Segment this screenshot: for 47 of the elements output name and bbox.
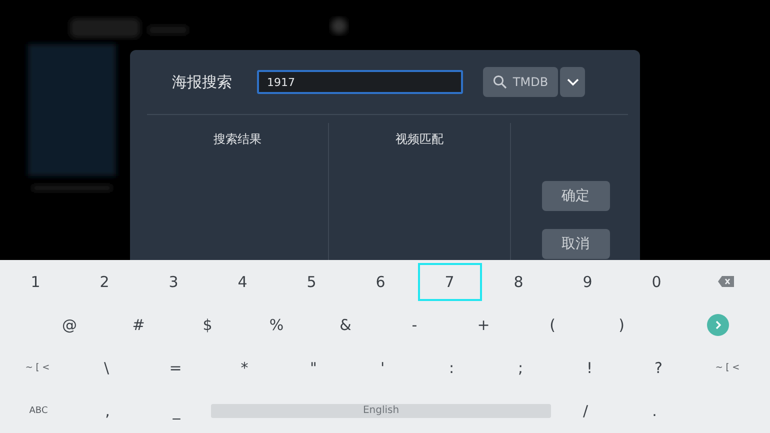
key[interactable]: - [382, 306, 446, 344]
key[interactable]: . [622, 392, 686, 430]
key[interactable]: % [244, 306, 308, 344]
key[interactable]: / [554, 392, 618, 430]
key[interactable]: \ [74, 348, 138, 386]
key[interactable]: _ [144, 392, 208, 430]
key[interactable]: 6 [348, 262, 412, 300]
key[interactable]: ; [488, 348, 552, 386]
key[interactable]: ? [626, 348, 690, 386]
key[interactable]: ) [590, 306, 654, 344]
key[interactable]: 9 [556, 262, 620, 300]
mode-key[interactable]: ~ [ < [696, 348, 760, 386]
key[interactable]: $ [176, 306, 240, 344]
key[interactable]: " [282, 348, 346, 386]
key[interactable]: 0 [624, 262, 688, 300]
key[interactable]: 7 [418, 262, 482, 300]
dialog-button[interactable]: 确定 [542, 181, 610, 211]
column-heading: 搜索结果 [214, 131, 262, 147]
key[interactable]: : [420, 348, 484, 386]
key[interactable]: 4 [210, 262, 274, 300]
search-icon [492, 75, 507, 89]
chevron-down-icon [566, 78, 578, 86]
key[interactable]: , [76, 392, 140, 430]
dropdown-button[interactable] [560, 67, 585, 97]
search-field[interactable]: 1917 [257, 70, 463, 94]
key[interactable]: ' [350, 348, 414, 386]
key[interactable]: @ [38, 306, 102, 344]
mode-key[interactable]: ABC [6, 392, 70, 430]
enter-icon[interactable] [707, 314, 729, 336]
key[interactable]: 1 [4, 262, 68, 300]
key[interactable]: ! [558, 348, 622, 386]
key[interactable]: 3 [142, 262, 206, 300]
dialog-title: 海报搜索 [171, 72, 233, 92]
key[interactable]: # [106, 306, 170, 344]
key[interactable]: ( [520, 306, 584, 344]
dialog-button[interactable]: 取消 [542, 229, 610, 259]
column-heading: 视频匹配 [396, 131, 444, 147]
key[interactable]: * [212, 348, 276, 386]
key[interactable]: 2 [72, 262, 136, 300]
key[interactable]: 8 [486, 262, 550, 300]
key[interactable]: 5 [280, 262, 344, 300]
key[interactable]: & [314, 306, 378, 344]
search-button[interactable]: TMDB [483, 67, 558, 97]
backspace-icon[interactable] [718, 276, 734, 287]
key[interactable]: = [144, 348, 208, 386]
mode-key[interactable]: ~ [ < [6, 348, 70, 386]
key[interactable]: + [452, 306, 516, 344]
